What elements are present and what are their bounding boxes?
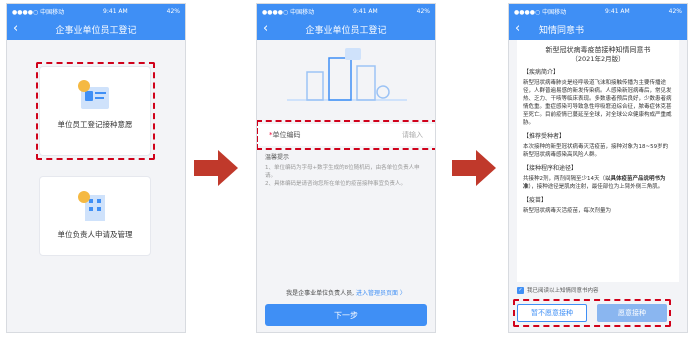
highlight-box: [513, 299, 671, 327]
chevron-left-icon[interactable]: ‹: [263, 21, 268, 37]
section-title: 【疾病简介】: [523, 69, 560, 76]
status-bar: ●●●●○ 中国移动 9:41 AM 42%: [257, 4, 435, 18]
section-body: 本次接种的新型冠状病毒灭活疫苗，接种对象为18~59岁的新型冠状病毒感染高风险人…: [523, 144, 669, 158]
time-text: 9:41 AM: [103, 7, 128, 15]
nav-bar: ‹ 企事业单位员工登记: [7, 18, 185, 40]
chevron-left-icon[interactable]: ‹: [515, 21, 520, 37]
tips-section: 温馨提示 1、单位编码为字母+数字生成的8位随机码，由各单位负责人申请。 2、具…: [265, 154, 427, 188]
arrow-right-icon: [194, 150, 238, 186]
tip-item: 2、具体编码是请咨询您所在单位的疫苗接种事宜负责人。: [265, 181, 407, 187]
admin-page-link[interactable]: 进入管理员页面 〉: [356, 290, 406, 297]
carrier-text: ●●●●○ 中国移动: [12, 8, 65, 16]
chevron-left-icon[interactable]: ‹: [13, 21, 18, 37]
battery-text: 42%: [416, 7, 430, 15]
section-body: 新型冠状病毒肺炎是经呼吸道飞沫和接触传播为主要传播途径，人群普遍易感的新发传染病…: [523, 80, 672, 126]
doc-edition: （2021年2月版）: [571, 55, 625, 63]
carrier-text: ●●●●○ 中国移动: [262, 8, 315, 16]
nav-bar: ‹ 知情同意书: [509, 18, 687, 40]
manager-apply-card[interactable]: 单位负责人申请及管理: [39, 176, 151, 256]
section-body: 共接种2剂，两剂间隔至少14天（以具体疫苗产品说明书为准），接种途径是肌肉注射，…: [523, 175, 673, 191]
agree-row[interactable]: ✓ 我已阅读以上知情同意书内容: [517, 286, 599, 294]
page-title: 知情同意书: [539, 25, 585, 36]
carrier-text: ●●●●○ 中国移动: [514, 8, 567, 16]
consent-document[interactable]: 新型冠状病毒疫苗接种知情同意书 （2021年2月版） 【疾病简介】 新型冠状病毒…: [517, 40, 679, 282]
battery-text: 42%: [166, 7, 180, 15]
section-title: 【疫苗】: [523, 197, 548, 204]
tip-item: 1、单位编码为字母+数字生成的8位随机码，由各单位负责人申请。: [265, 165, 420, 179]
next-button[interactable]: 下一步: [265, 304, 427, 326]
body-text: ），接种途径是肌肉注射，最佳部位为上臂外侧三角肌。: [528, 184, 664, 190]
phone-screen-3: ●●●●○ 中国移动 9:41 AM 42% ‹ 知情同意书 新型冠状病毒疫苗接…: [508, 3, 688, 333]
section-body: 新型冠状病毒灭活疫苗，每次剂量为: [523, 208, 612, 214]
status-bar: ●●●●○ 中国移动 9:41 AM 42%: [7, 4, 185, 18]
section-title: 【推荐受种者】: [523, 133, 566, 140]
body-text: 共接种2剂，两剂间隔至少14天（: [523, 176, 605, 182]
page-title: 企事业单位员工登记: [305, 25, 387, 36]
status-bar: ●●●●○ 中国移动 9:41 AM 42%: [509, 4, 687, 18]
admin-text: 我是企事业单位负责人员,: [286, 290, 355, 297]
nav-bar: ‹ 企事业单位员工登记: [257, 18, 435, 40]
checkbox-checked-icon[interactable]: ✓: [517, 286, 524, 294]
phone-screen-2: ●●●●○ 中国移动 9:41 AM 42% ‹ 企事业单位员工登记 *单位编码…: [256, 3, 436, 333]
phone-screen-1: ●●●●○ 中国移动 9:41 AM 42% ‹ 企事业单位员工登记 单位员工登…: [6, 3, 186, 333]
admin-entry: 我是企事业单位负责人员, 进入管理员页面 〉: [257, 288, 435, 297]
building-icon: [75, 189, 115, 223]
tips-title: 温馨提示: [265, 154, 290, 161]
time-text: 9:41 AM: [605, 7, 630, 15]
doc-title: 新型冠状病毒疫苗接种知情同意书: [545, 46, 651, 54]
section-title: 【接种程序和途径】: [523, 165, 578, 172]
arrow-right-icon: [452, 150, 496, 186]
highlight-box: [257, 120, 435, 150]
card-label: 单位负责人申请及管理: [57, 230, 133, 239]
time-text: 9:41 AM: [353, 7, 378, 15]
page-title: 企事业单位员工登记: [55, 25, 137, 36]
battery-text: 42%: [668, 7, 682, 15]
highlight-box: [36, 62, 155, 160]
agree-text: 我已阅读以上知情同意书内容: [527, 288, 599, 294]
city-illustration: [287, 48, 407, 101]
